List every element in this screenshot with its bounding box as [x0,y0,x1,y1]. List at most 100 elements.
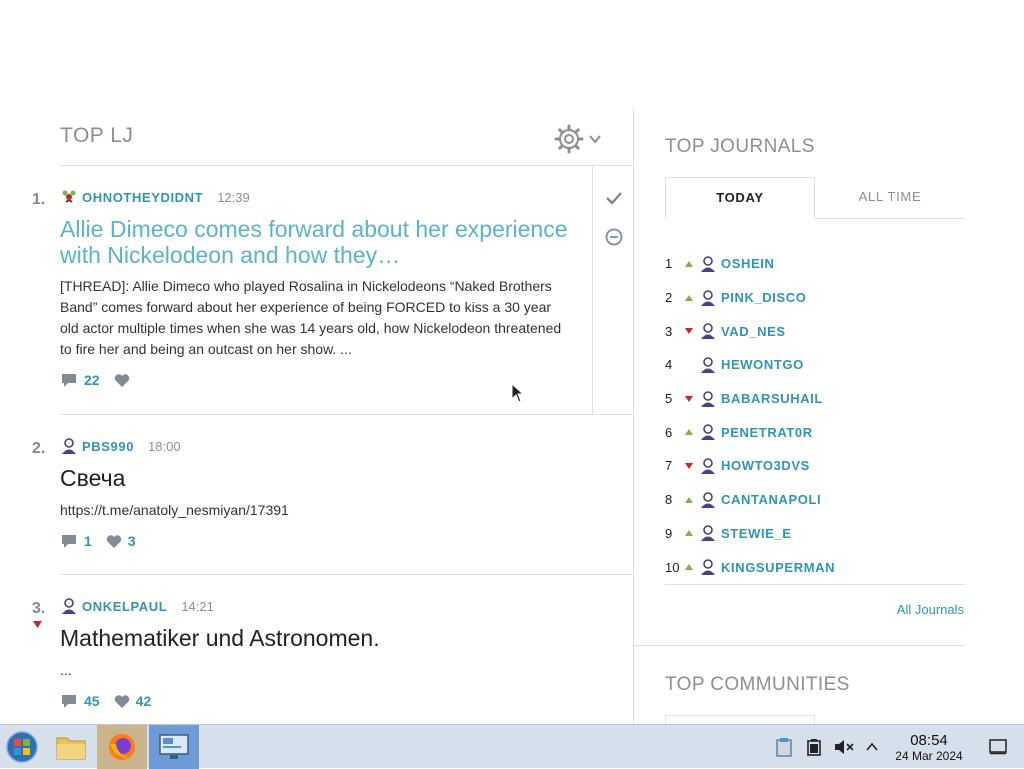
journal-row: 9 STEWIE_E [665,517,965,551]
journal-link[interactable]: KINGSUPERMAN [721,560,835,575]
post-time: 14:21 [181,598,214,614]
journal-link[interactable]: CANTANAPOLI [721,492,821,507]
journal-link[interactable]: PENETRAT0R [721,425,813,440]
hide-icon[interactable] [603,226,625,248]
user-icon [701,390,715,407]
post-rank: 3. [32,600,46,617]
post-excerpt: [THREAD]: Allie Dimeco who played Rosali… [60,278,562,357]
author-link[interactable]: OHNOTHEYDIDNT [82,190,203,205]
user-icon-wrap [699,255,717,273]
user-icon-wrap [699,356,717,374]
post-title-link[interactable]: Allie Dimeco comes forward about her exp… [60,216,575,268]
post-meta: 1 3 [60,533,150,549]
journal-link[interactable]: HOWTO3DVS [721,458,810,473]
user-icon-wrap [699,457,717,475]
check-icon[interactable] [603,187,625,209]
tab-today[interactable]: TODAY [665,177,815,219]
tray-volume-button[interactable] [832,725,856,769]
list-divider [665,584,965,585]
journal-rank: 10 [665,559,680,575]
chevron-down-icon[interactable] [588,132,602,146]
journal-rank: 7 [665,458,673,474]
journal-rank: 8 [665,492,673,508]
user-icon [62,438,76,454]
desktop-icon [989,739,1007,755]
comments-button[interactable]: 1 [60,533,92,549]
post-title-link[interactable]: Mathematiker und Astronomen. [60,625,575,651]
mouse-cursor-icon [511,383,524,403]
user-icon [701,323,715,340]
tab-all-time[interactable]: ALL TIME [815,177,965,219]
trend-up-icon [679,293,699,303]
journal-link[interactable]: OSHEIN [721,256,774,271]
all-journals-link[interactable]: All Journals [897,602,964,617]
journal-row: 4 HEWONTGO [665,348,965,382]
trend-down-icon [679,394,699,404]
volume-muted-icon [835,740,854,754]
taskbar: 08:54 24 Mar 2024 [0,724,1024,769]
journal-rank: 9 [665,525,673,541]
user-icon-wrap [699,524,717,542]
file-manager-button[interactable] [48,725,94,769]
like-button[interactable]: 42 [114,693,152,709]
journals-tabs: TODAY ALL TIME [665,177,965,219]
chevron-up-icon [866,742,878,751]
journal-row: 5 BABARSUHAIL [665,382,965,416]
remote-desktop-button[interactable] [149,725,199,769]
journal-link[interactable]: BABARSUHAIL [721,391,823,406]
comments-button[interactable]: 45 [60,693,100,709]
journal-link[interactable]: HEWONTGO [721,357,804,372]
post-title-link[interactable]: Свеча [60,465,575,491]
trend-up-icon [679,528,699,538]
likes-count: 42 [135,693,152,709]
show-desktop-button[interactable] [984,725,1012,769]
top-communities-title: TOP COMMUNITIES [665,674,850,695]
comment-icon [62,695,76,708]
heart-icon [114,694,129,708]
top-lj-column: TOP LJ 1. OHNOTHEYDIDNT 12:39 Allie Dime… [0,108,633,724]
trend-down-icon [679,461,699,471]
user-icon-wrap [699,423,717,441]
trend-up-icon [679,427,699,437]
post-meta: 45 42 [60,693,165,709]
author-link[interactable]: ONKELPAUL [82,599,167,614]
user-icon [701,491,715,508]
author-link[interactable]: PBS990 [82,439,134,454]
post-item: 1. OHNOTHEYDIDNT 12:39 Allie Dimeco come… [0,166,633,414]
comment-icon [62,535,76,548]
post-author: PBS990 18:00 [60,437,181,455]
communities-tab[interactable] [665,715,815,724]
post-rank: 2. [32,440,46,457]
tray-clipboard-button[interactable] [772,725,796,769]
tray-battery-button[interactable] [803,725,825,769]
comments-button[interactable]: 22 [60,372,100,388]
page: TOP LJ 1. OHNOTHEYDIDNT 12:39 Allie Dime… [0,0,1024,724]
journal-link[interactable]: STEWIE_E [721,526,792,541]
user-icon-wrap [699,558,717,576]
journal-row: 6 PENETRAT0R [665,415,965,449]
folder-icon [56,737,86,760]
like-button[interactable]: 3 [106,533,136,549]
journal-link[interactable]: VAD_NES [721,324,786,339]
tray-expand-button[interactable] [861,725,883,769]
firefox-button[interactable] [97,725,147,769]
clock-time[interactable]: 08:54 [892,732,966,749]
trend-none [679,360,699,370]
journal-link[interactable]: PINK_DISCO [721,290,806,305]
heart-icon [106,534,121,548]
comments-count: 45 [84,693,100,709]
journal-row: 7 HOWTO3DVS [665,449,965,483]
clipboard-icon [776,738,792,757]
gear-icon[interactable] [554,124,584,154]
clock-date[interactable]: 24 Mar 2024 [886,749,972,763]
journal-rank: 3 [665,323,673,339]
user-icon [701,424,715,441]
post-time: 12:39 [217,189,250,205]
like-button[interactable] [114,373,136,388]
user-icon [701,525,715,542]
start-button[interactable] [0,725,44,769]
user-icon-wrap [699,322,717,340]
heart-icon [114,373,129,387]
top-lj-header: TOP LJ [60,108,633,166]
user-icon [701,458,715,474]
